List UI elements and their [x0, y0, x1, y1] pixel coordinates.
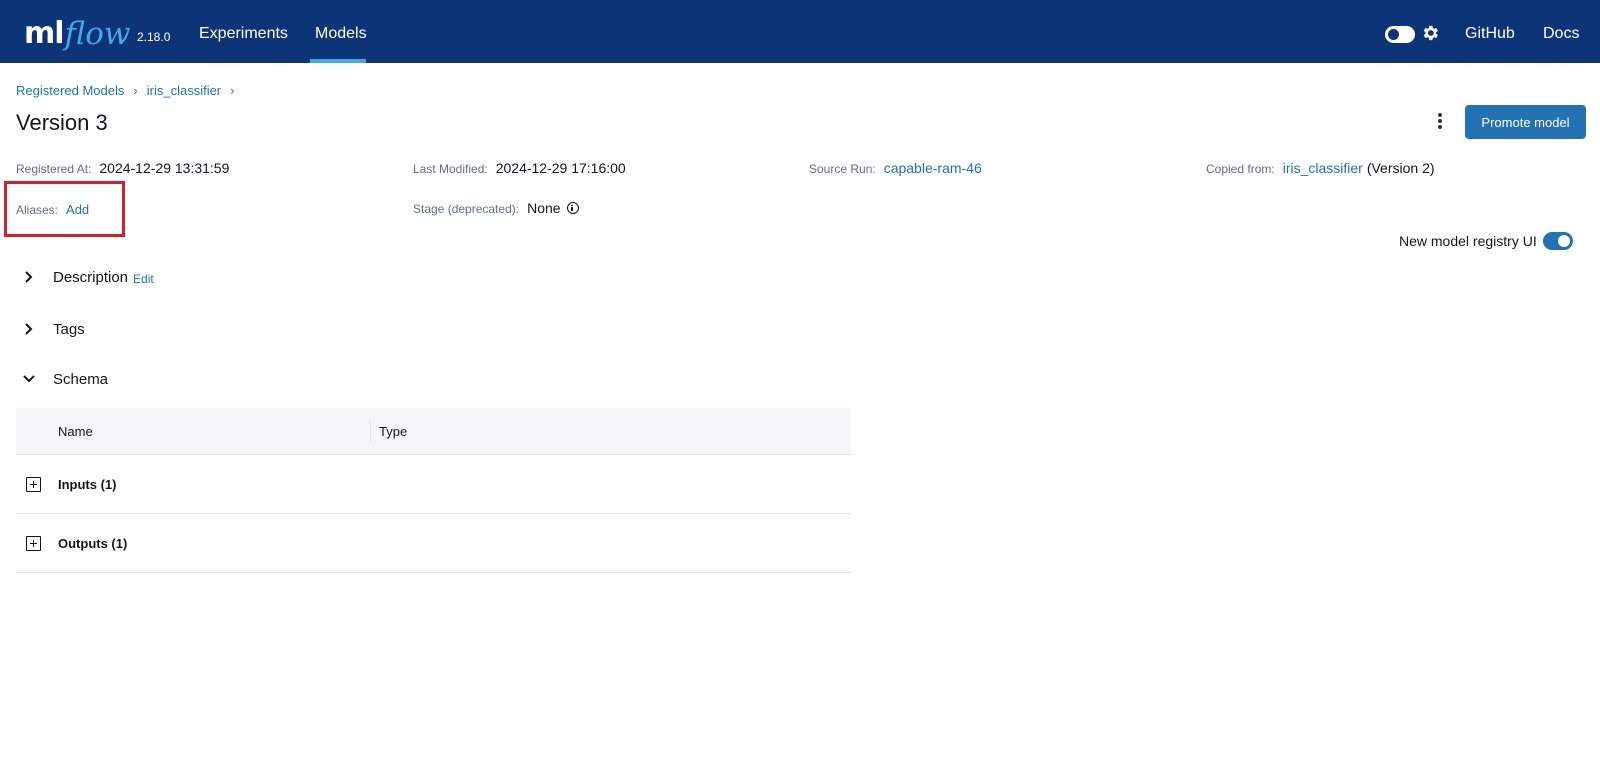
description-title: Description	[53, 268, 129, 286]
column-header-name: Name	[58, 424, 93, 439]
more-options-icon[interactable]	[1432, 111, 1448, 133]
version-label: 2.18.0	[137, 30, 171, 44]
nav-models[interactable]: Models	[315, 25, 367, 43]
source-run-label: Source Run:	[809, 162, 876, 176]
nav-docs[interactable]: Docs	[1543, 25, 1579, 43]
dark-mode-toggle[interactable]	[1385, 26, 1415, 43]
highlight-box	[4, 181, 125, 237]
top-nav-bar: ml flow 2.18.0 Experiments Models GitHub …	[0, 0, 1600, 63]
schema-row-inputs[interactable]: Inputs (1)	[16, 455, 851, 514]
gear-icon[interactable]	[1420, 23, 1440, 43]
tags-title: Tags	[53, 320, 85, 338]
stage-value: None	[527, 200, 561, 216]
breadcrumb-registered-models[interactable]: Registered Models	[16, 83, 124, 98]
registered-at: Registered At: 2024-12-29 13:31:59	[16, 160, 229, 176]
new-registry-ui-toggle: New model registry UI	[1399, 232, 1573, 250]
breadcrumb: Registered Models › iris_classifier ›	[16, 83, 243, 98]
last-modified-value: 2024-12-29 17:16:00	[495, 160, 626, 176]
column-header-type: Type	[379, 424, 408, 439]
description-edit-link[interactable]: Edit	[133, 272, 154, 286]
schema-table: Name Type Inputs (1) Outputs (1)	[16, 408, 851, 573]
source-run: Source Run: capable-ram-46	[809, 160, 982, 176]
schema-title: Schema	[53, 370, 109, 388]
description-section-header[interactable]: Description Edit	[16, 268, 154, 286]
nav-experiments[interactable]: Experiments	[199, 25, 288, 43]
nav-active-indicator	[310, 59, 366, 63]
chevron-down-icon	[20, 370, 38, 388]
logo-flow-text: flow	[64, 16, 131, 52]
switch-knob	[1557, 235, 1570, 247]
promote-model-button[interactable]: Promote model	[1465, 105, 1586, 139]
registered-at-value: 2024-12-29 13:31:59	[99, 160, 230, 176]
logo-ml-text: ml	[24, 16, 65, 51]
breadcrumb-model-name[interactable]: iris_classifier	[147, 83, 221, 98]
copied-from: Copied from: iris_classifier (Version 2)	[1206, 160, 1435, 176]
chevron-right-icon	[20, 320, 38, 338]
stage-label: Stage (deprecated):	[413, 202, 520, 216]
schema-table-header: Name Type	[16, 408, 851, 455]
registered-at-label: Registered At:	[16, 162, 92, 176]
tags-section-header[interactable]: Tags	[16, 320, 85, 338]
column-divider	[370, 422, 371, 441]
last-modified: Last Modified: 2024-12-29 17:16:00	[413, 160, 626, 176]
breadcrumb-separator: ›	[230, 83, 235, 98]
nav-github[interactable]: GitHub	[1465, 25, 1515, 43]
dark-mode-toggle-knob	[1388, 29, 1399, 40]
chevron-right-icon	[20, 268, 38, 286]
expand-plus-icon[interactable]	[26, 536, 41, 551]
info-icon[interactable]	[566, 202, 579, 214]
last-modified-label: Last Modified:	[413, 162, 488, 176]
copied-from-version: (Version 2)	[1366, 160, 1435, 176]
new-registry-ui-label: New model registry UI	[1399, 233, 1537, 249]
page-title: Version 3	[16, 110, 108, 135]
source-run-link[interactable]: capable-ram-46	[884, 160, 982, 176]
stage: Stage (deprecated): None	[413, 200, 579, 216]
copied-from-label: Copied from:	[1206, 162, 1275, 176]
mlflow-logo[interactable]: ml flow	[24, 12, 130, 52]
expand-plus-icon[interactable]	[26, 477, 41, 492]
schema-row-outputs[interactable]: Outputs (1)	[16, 514, 851, 573]
copied-from-link[interactable]: iris_classifier	[1283, 160, 1363, 176]
new-registry-ui-switch[interactable]	[1542, 232, 1573, 250]
inputs-label: Inputs (1)	[58, 477, 117, 492]
breadcrumb-separator: ›	[133, 83, 138, 98]
outputs-label: Outputs (1)	[58, 536, 128, 551]
schema-section-header[interactable]: Schema	[16, 370, 108, 388]
